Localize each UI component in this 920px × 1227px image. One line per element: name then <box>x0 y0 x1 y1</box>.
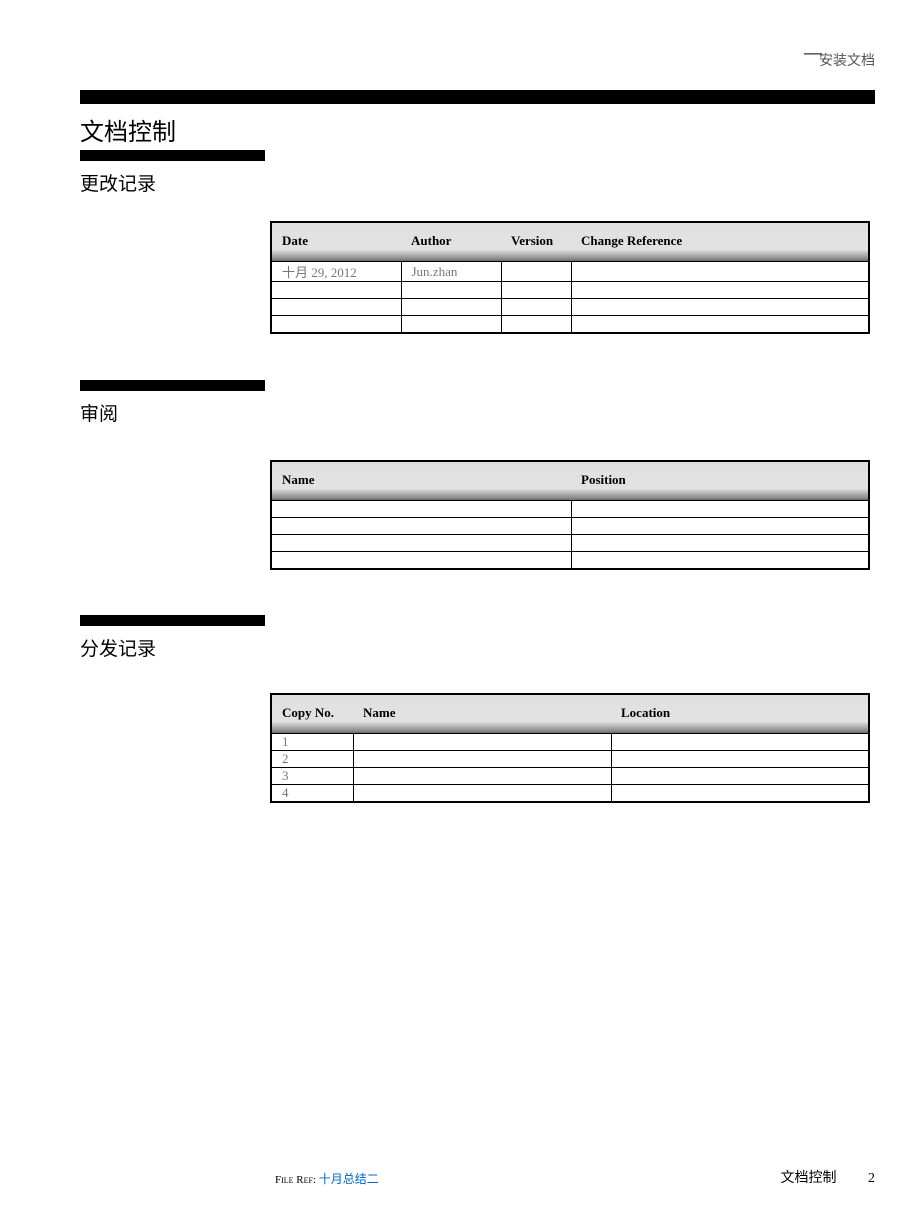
cell-name <box>271 552 571 569</box>
table-row <box>271 518 869 535</box>
cell-name <box>353 768 611 785</box>
cell-date <box>271 299 401 316</box>
table-row: 十月 29, 2012 Jun.zhan <box>271 262 869 282</box>
cell-version <box>501 262 571 282</box>
file-ref-value: 十月总结二 <box>319 1172 379 1186</box>
cell-location <box>611 734 869 751</box>
table-row <box>271 501 869 518</box>
footer-section-name: 文档控制 <box>781 1171 837 1186</box>
cell-position <box>571 501 869 518</box>
cell-change-ref <box>571 299 869 316</box>
cell-copy-no: 3 <box>271 768 353 785</box>
section-title-review: 审阅 <box>80 399 265 426</box>
table-row <box>271 535 869 552</box>
table-header-row: Date Author Version Change Reference <box>271 222 869 262</box>
section-title-distribution: 分发记录 <box>80 634 265 661</box>
table-row <box>271 552 869 569</box>
col-author: Author <box>401 222 501 262</box>
table-row: 3 <box>271 768 869 785</box>
cell-name <box>353 734 611 751</box>
distribution-table: Copy No. Name Location 1 2 3 4 <box>270 693 870 803</box>
table-row: 1 <box>271 734 869 751</box>
cell-date <box>271 282 401 299</box>
col-date: Date <box>271 222 401 262</box>
cell-date: 十月 29, 2012 <box>271 262 401 282</box>
cell-author: Jun.zhan <box>401 262 501 282</box>
table-row: 4 <box>271 785 869 803</box>
cell-author <box>401 299 501 316</box>
cell-version <box>501 282 571 299</box>
header-text: 安装文档 <box>819 50 875 70</box>
changes-table-wrapper: Date Author Version Change Reference 十月 … <box>270 221 870 334</box>
cell-name <box>353 785 611 803</box>
cell-location <box>611 768 869 785</box>
distribution-table-wrapper: Copy No. Name Location 1 2 3 4 <box>270 693 870 803</box>
section-bar <box>80 380 265 391</box>
cell-position <box>571 518 869 535</box>
cell-copy-no: 1 <box>271 734 353 751</box>
col-version: Version <box>501 222 571 262</box>
col-change-ref: Change Reference <box>571 222 869 262</box>
cell-change-ref <box>571 262 869 282</box>
changes-table: Date Author Version Change Reference 十月 … <box>270 221 870 334</box>
cell-name <box>271 501 571 518</box>
col-name: Name <box>271 461 571 501</box>
file-ref: File Ref: 十月总结二 <box>275 1170 379 1187</box>
col-location: Location <box>611 694 869 734</box>
footer-right: 文档控制 2 <box>781 1167 876 1187</box>
table-row: 2 <box>271 751 869 768</box>
cell-copy-no: 2 <box>271 751 353 768</box>
section-bar <box>80 150 265 161</box>
review-table-wrapper: Name Position <box>270 460 870 570</box>
main-title-bar <box>80 90 875 104</box>
cell-location <box>611 751 869 768</box>
cell-change-ref <box>571 316 869 333</box>
table-row <box>271 282 869 299</box>
cell-date <box>271 316 401 333</box>
table-header-row: Name Position <box>271 461 869 501</box>
cell-position <box>571 552 869 569</box>
cell-version <box>501 299 571 316</box>
table-row <box>271 316 869 333</box>
section-changes: 更改记录 <box>80 150 265 196</box>
cell-version <box>501 316 571 333</box>
cell-author <box>401 316 501 333</box>
cell-location <box>611 785 869 803</box>
table-header-row: Copy No. Name Location <box>271 694 869 734</box>
section-title-changes: 更改记录 <box>80 169 265 196</box>
cell-name <box>271 535 571 552</box>
section-review: 审阅 <box>80 380 265 426</box>
col-name: Name <box>353 694 611 734</box>
page-number: 2 <box>868 1171 875 1186</box>
review-table: Name Position <box>270 460 870 570</box>
cell-author <box>401 282 501 299</box>
file-ref-label: File Ref: <box>275 1174 316 1186</box>
cell-position <box>571 535 869 552</box>
cell-name <box>271 518 571 535</box>
col-copy-no: Copy No. <box>271 694 353 734</box>
section-bar <box>80 615 265 626</box>
cell-name <box>353 751 611 768</box>
main-title: 文档控制 <box>80 112 176 147</box>
col-position: Position <box>571 461 869 501</box>
cell-change-ref <box>571 282 869 299</box>
cell-copy-no: 4 <box>271 785 353 803</box>
section-distribution: 分发记录 <box>80 615 265 661</box>
table-row <box>271 299 869 316</box>
